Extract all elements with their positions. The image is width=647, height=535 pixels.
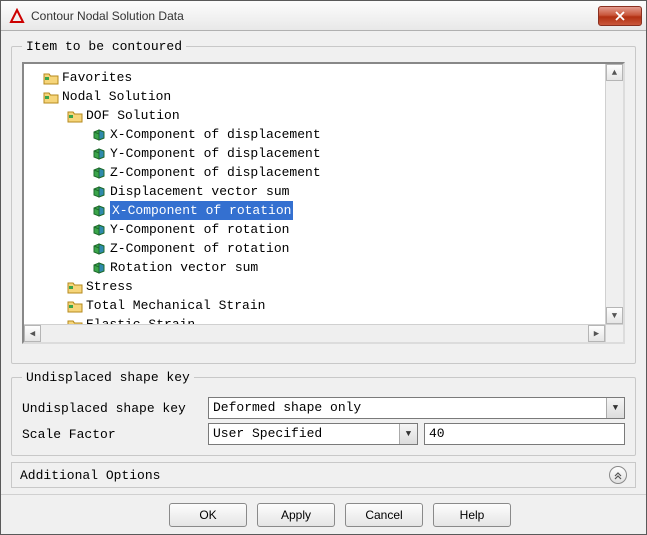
folder-icon	[66, 298, 84, 314]
dialog-content: Item to be contoured FavoritesNodal Solu…	[1, 31, 646, 494]
scale-factor-label: Scale Factor	[22, 427, 202, 442]
scroll-corner	[605, 324, 623, 342]
title-bar: Contour Nodal Solution Data	[1, 1, 646, 31]
tree-group: Item to be contoured FavoritesNodal Solu…	[11, 39, 636, 364]
tree-item-label: Y-Component of rotation	[110, 220, 289, 239]
tree-item-label: Z-Component of rotation	[110, 239, 289, 258]
tree-item[interactable]: Z-Component of displacement	[28, 163, 605, 182]
tree-item-label: DOF Solution	[86, 106, 180, 125]
tree-item-label: Y-Component of displacement	[110, 144, 321, 163]
window-title: Contour Nodal Solution Data	[31, 9, 598, 23]
tree-item-label: Stress	[86, 277, 133, 296]
chevron-down-icon[interactable]: ▼	[399, 424, 417, 444]
tree-item-label: Elastic Strain	[86, 315, 195, 324]
scroll-track[interactable]	[41, 325, 588, 342]
tree-item[interactable]: Stress	[28, 277, 605, 296]
tree-item[interactable]: Z-Component of rotation	[28, 239, 605, 258]
tree-item[interactable]: Favorites	[28, 68, 605, 87]
shape-key-label: Undisplaced shape key	[22, 401, 202, 416]
tree-item-label: Nodal Solution	[62, 87, 171, 106]
shape-key-row: Undisplaced shape key Deformed shape onl…	[22, 397, 625, 419]
cancel-button[interactable]: Cancel	[345, 503, 423, 527]
folder-icon	[66, 279, 84, 295]
tree-item-label: Total Mechanical Strain	[86, 296, 265, 315]
tree-legend: Item to be contoured	[22, 39, 186, 54]
tree-item[interactable]: Displacement vector sum	[28, 182, 605, 201]
shape-key-value: Deformed shape only	[209, 398, 606, 418]
additional-options-label: Additional Options	[20, 468, 160, 483]
cube-icon	[90, 165, 108, 181]
tree-item-label: Displacement vector sum	[110, 182, 289, 201]
scroll-up-button[interactable]: ▲	[606, 64, 623, 81]
apply-button[interactable]: Apply	[257, 503, 335, 527]
shape-key-combo[interactable]: Deformed shape only ▼	[208, 397, 625, 419]
vertical-scrollbar[interactable]: ▲ ▼	[605, 64, 623, 324]
tree-item[interactable]: X-Component of displacement	[28, 125, 605, 144]
help-button[interactable]: Help	[433, 503, 511, 527]
tree-item-label: Favorites	[62, 68, 132, 87]
tree-item[interactable]: Rotation vector sum	[28, 258, 605, 277]
cube-icon	[90, 184, 108, 200]
scroll-left-button[interactable]: ◀	[24, 325, 41, 342]
folder-open-icon	[42, 89, 60, 105]
cube-icon	[90, 146, 108, 162]
tree-item[interactable]: X-Component of rotation	[28, 201, 605, 220]
cube-icon	[90, 127, 108, 143]
button-bar: OK Apply Cancel Help	[1, 494, 646, 534]
tree-view[interactable]: FavoritesNodal SolutionDOF SolutionX-Com…	[24, 64, 605, 324]
close-button[interactable]	[598, 6, 642, 26]
scroll-right-button[interactable]: ▶	[588, 325, 605, 342]
ok-button[interactable]: OK	[169, 503, 247, 527]
tree-item[interactable]: DOF Solution	[28, 106, 605, 125]
scroll-track[interactable]	[606, 81, 623, 307]
scale-factor-row: Scale Factor User Specified ▼ 40	[22, 423, 625, 445]
tree-item[interactable]: Elastic Strain	[28, 315, 605, 324]
folder-icon	[42, 70, 60, 86]
scroll-down-button[interactable]: ▼	[606, 307, 623, 324]
cube-icon	[90, 203, 108, 219]
tree-item[interactable]: Total Mechanical Strain	[28, 296, 605, 315]
tree-item[interactable]: Nodal Solution	[28, 87, 605, 106]
folder-open-icon	[66, 108, 84, 124]
tree-item-label: Rotation vector sum	[110, 258, 258, 277]
tree-item[interactable]: Y-Component of rotation	[28, 220, 605, 239]
horizontal-scrollbar[interactable]: ◀ ▶	[24, 324, 605, 342]
scale-factor-combo[interactable]: User Specified ▼	[208, 423, 418, 445]
scale-factor-value: User Specified	[209, 424, 399, 444]
tree-item[interactable]: Y-Component of displacement	[28, 144, 605, 163]
cube-icon	[90, 241, 108, 257]
additional-options-bar[interactable]: Additional Options	[11, 462, 636, 488]
cube-icon	[90, 260, 108, 276]
expand-button[interactable]	[609, 466, 627, 484]
scale-factor-input[interactable]: 40	[424, 423, 625, 445]
folder-icon	[66, 317, 84, 325]
shape-legend: Undisplaced shape key	[22, 370, 194, 385]
tree-item-label: X-Component of displacement	[110, 125, 321, 144]
dialog-window: Contour Nodal Solution Data Item to be c…	[0, 0, 647, 535]
app-icon	[9, 8, 25, 24]
chevron-down-icon[interactable]: ▼	[606, 398, 624, 418]
tree-item-label: X-Component of rotation	[110, 201, 293, 220]
tree-item-label: Z-Component of displacement	[110, 163, 321, 182]
shape-group: Undisplaced shape key Undisplaced shape …	[11, 370, 636, 456]
tree-container: FavoritesNodal SolutionDOF SolutionX-Com…	[22, 62, 625, 344]
cube-icon	[90, 222, 108, 238]
